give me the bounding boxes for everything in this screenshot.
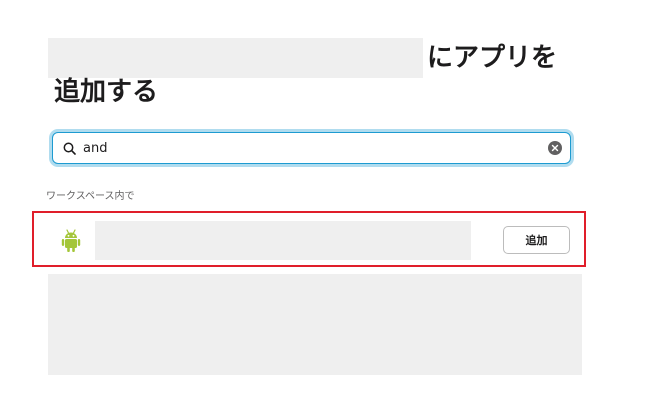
android-icon — [61, 229, 81, 253]
redacted-app-name — [95, 221, 471, 260]
add-button[interactable]: 追加 — [503, 226, 570, 254]
app-result-row[interactable]: 追加 — [32, 211, 586, 267]
add-app-dialog: にアプリを 追加する ワークスペース内で — [0, 0, 645, 403]
redacted-content — [48, 274, 582, 375]
dialog-title-line1: にアプリを — [427, 43, 558, 73]
search-box[interactable] — [52, 132, 571, 164]
search-icon — [62, 141, 77, 156]
clear-icon[interactable] — [548, 141, 562, 155]
search-input[interactable] — [83, 134, 548, 162]
section-label-in-workspace: ワークスペース内で — [46, 191, 135, 202]
dialog-title-line2: 追加する — [54, 77, 159, 107]
